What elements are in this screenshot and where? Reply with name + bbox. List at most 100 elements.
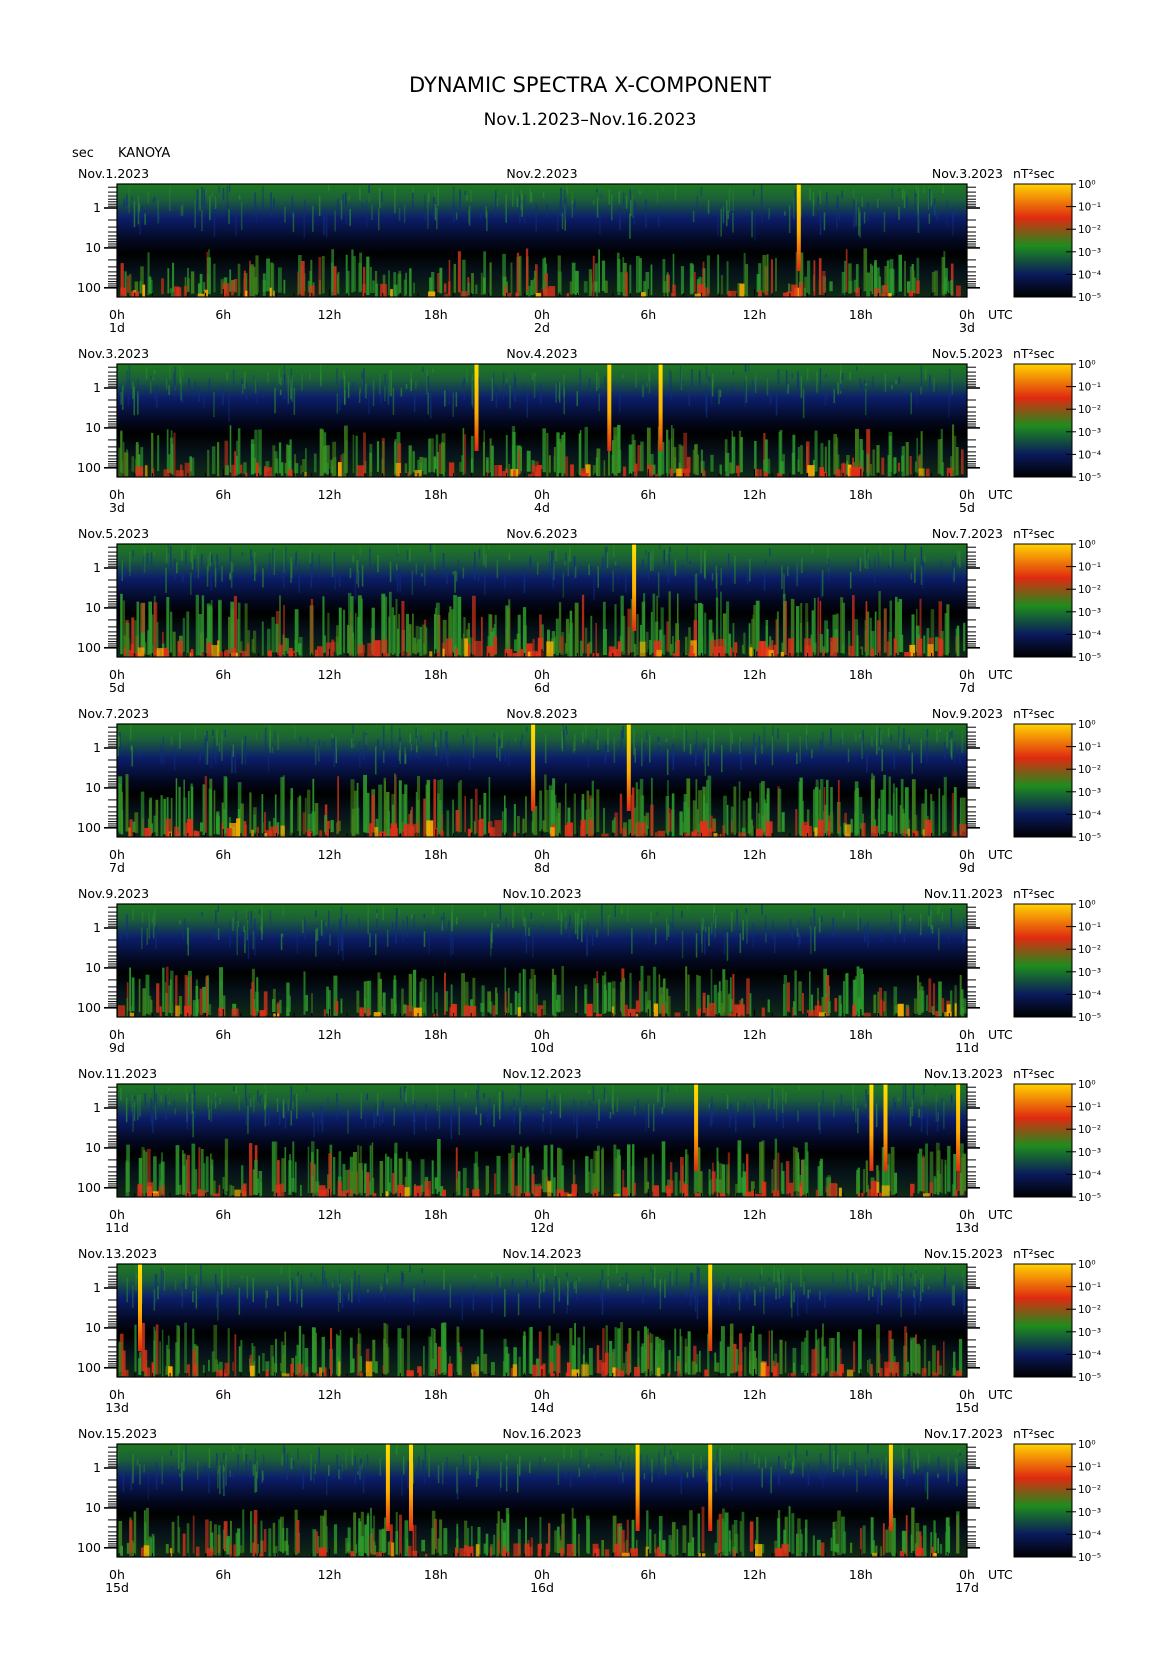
x-tick-label: 12h — [743, 847, 767, 862]
colorbar-label: 10⁻³ — [1078, 427, 1101, 439]
x-tick-label: 18h — [849, 307, 873, 322]
y-tick-label: 10 — [85, 420, 101, 435]
colorbar-label: 10⁻⁵ — [1078, 1372, 1101, 1384]
x-tick-label: 18h — [849, 1567, 873, 1582]
spectrum-panel: Nov.3.2023 Nov.4.2023 Nov.5.2023 nT²sec 1 10 1… — [77, 346, 1101, 515]
colorbar-label: 10⁻² — [1078, 224, 1101, 236]
colorbar-label: 10⁻⁴ — [1078, 809, 1101, 821]
colorbar-label: 10⁻¹ — [1078, 382, 1101, 394]
spike-mark — [708, 1264, 713, 1351]
panel-date-left: Nov.11.2023 — [78, 1066, 157, 1081]
panel-date-right: Nov.17.2023 — [924, 1426, 1003, 1441]
spike-mark — [385, 1444, 390, 1531]
x-tick-label: 12h — [318, 1207, 342, 1222]
panel-date-mid: Nov.16.2023 — [502, 1426, 581, 1441]
x-tick-label: 12h — [318, 1567, 342, 1582]
colorbar-label: 10⁻⁵ — [1078, 1552, 1101, 1564]
spike-mark — [409, 1444, 413, 1531]
panel-date-mid: Nov.8.2023 — [506, 706, 577, 721]
colorbar-label: 10⁻¹ — [1078, 1282, 1101, 1294]
spectra-figure: DYNAMIC SPECTRA X-COMPONENT Nov.1.2023–N… — [72, 73, 1101, 1595]
colorbar-label: 10⁻⁵ — [1078, 472, 1101, 484]
x-tick-label: 12h — [318, 487, 342, 502]
colorbar-label: 10⁻⁴ — [1078, 1529, 1101, 1541]
utc-label: UTC — [988, 667, 1013, 682]
spike-mark — [138, 1264, 142, 1351]
day-label-mid: 8d — [534, 860, 550, 875]
colorbar-unit: nT²sec — [1013, 1246, 1055, 1261]
x-tick-label: 12h — [318, 667, 342, 682]
x-tick-label: 18h — [849, 1027, 873, 1042]
utc-label: UTC — [988, 847, 1013, 862]
utc-label: UTC — [988, 1207, 1013, 1222]
panels: Nov.1.2023 Nov.2.2023 Nov.3.2023 nT²sec 1 10 1… — [77, 166, 1101, 1595]
colorbar-label: 10⁻² — [1078, 584, 1101, 596]
panel-date-right: Nov.13.2023 — [924, 1066, 1003, 1081]
colorbar-label: 10⁻⁵ — [1078, 652, 1101, 664]
y-tick-label: 1 — [93, 1460, 101, 1475]
colorbar-label: 10⁻¹ — [1078, 562, 1101, 574]
spike-mark — [607, 364, 612, 451]
colorbar-unit: nT²sec — [1013, 706, 1055, 721]
x-tick-label: 18h — [424, 1387, 448, 1402]
x-tick-label: 18h — [849, 1387, 873, 1402]
y-tick-label: 10 — [85, 600, 101, 615]
y-tick-label: 100 — [77, 820, 101, 835]
colorbar-unit: nT²sec — [1013, 346, 1055, 361]
day-label-left: 1d — [109, 320, 125, 335]
panel-date-left: Nov.5.2023 — [78, 526, 149, 541]
day-label-right: 13d — [955, 1220, 979, 1235]
colorbar-label: 10⁰ — [1078, 899, 1096, 911]
colorbar: 10⁰ 10⁻¹ 10⁻² 10⁻³ 10⁻⁴ 10⁻⁵ — [1013, 359, 1101, 484]
x-tick-label: 12h — [318, 847, 342, 862]
utc-label: UTC — [988, 307, 1013, 322]
panel-date-left: Nov.15.2023 — [78, 1426, 157, 1441]
spike-mark — [658, 364, 663, 451]
y-tick-label: 1 — [93, 740, 101, 755]
x-tick-label: 6h — [640, 847, 656, 862]
station-name: KANOYA — [118, 146, 170, 161]
colorbar-label: 10⁻⁴ — [1078, 449, 1101, 461]
spike-mark — [632, 544, 637, 631]
utc-label: UTC — [988, 487, 1013, 502]
colorbar-label: 10⁻³ — [1078, 1507, 1101, 1519]
x-tick-label: 18h — [424, 307, 448, 322]
day-label-mid: 12d — [530, 1220, 554, 1235]
x-tick-label: 18h — [849, 847, 873, 862]
x-tick-label: 6h — [640, 667, 656, 682]
x-tick-label: 18h — [424, 667, 448, 682]
spike-mark — [708, 1444, 713, 1531]
colorbar-label: 10⁰ — [1078, 179, 1096, 191]
colorbar-label: 10⁻¹ — [1078, 202, 1101, 214]
spectrum-panel: Nov.15.2023 Nov.16.2023 Nov.17.2023 nT²sec1… — [77, 1426, 1101, 1595]
panel-date-right: Nov.7.2023 — [932, 526, 1003, 541]
day-label-left: 13d — [105, 1400, 129, 1415]
day-label-right: 9d — [959, 860, 975, 875]
colorbar-label: 10⁻⁵ — [1078, 292, 1101, 304]
day-label-mid: 6d — [534, 680, 550, 695]
x-tick-label: 18h — [424, 847, 448, 862]
y-tick-label: 100 — [77, 640, 101, 655]
day-label-left: 5d — [109, 680, 125, 695]
panel-date-mid: Nov.14.2023 — [502, 1246, 581, 1261]
spectrum-panel: Nov.13.2023 Nov.14.2023 Nov.15.2023 nT²sec1… — [77, 1246, 1101, 1415]
x-tick-label: 6h — [215, 1567, 231, 1582]
day-label-mid: 14d — [530, 1400, 554, 1415]
x-tick-label: 18h — [424, 1567, 448, 1582]
panel-date-left: Nov.1.2023 — [78, 166, 149, 181]
y-tick-label: 10 — [85, 960, 101, 975]
spike-mark — [531, 724, 536, 811]
spike-mark — [474, 364, 479, 451]
y-unit-label: sec — [72, 146, 94, 161]
panel-date-mid: Nov.6.2023 — [506, 526, 577, 541]
x-tick-label: 12h — [743, 1207, 767, 1222]
colorbar-label: 10⁻⁴ — [1078, 989, 1101, 1001]
panel-date-right: Nov.9.2023 — [932, 706, 1003, 721]
x-tick-label: 18h — [424, 1207, 448, 1222]
spike-mark — [956, 1084, 961, 1171]
x-tick-label: 12h — [318, 1387, 342, 1402]
panel-date-mid: Nov.2.2023 — [506, 166, 577, 181]
colorbar-label: 10⁻¹ — [1078, 1102, 1101, 1114]
x-tick-label: 6h — [215, 667, 231, 682]
y-tick-label: 10 — [85, 1320, 101, 1335]
